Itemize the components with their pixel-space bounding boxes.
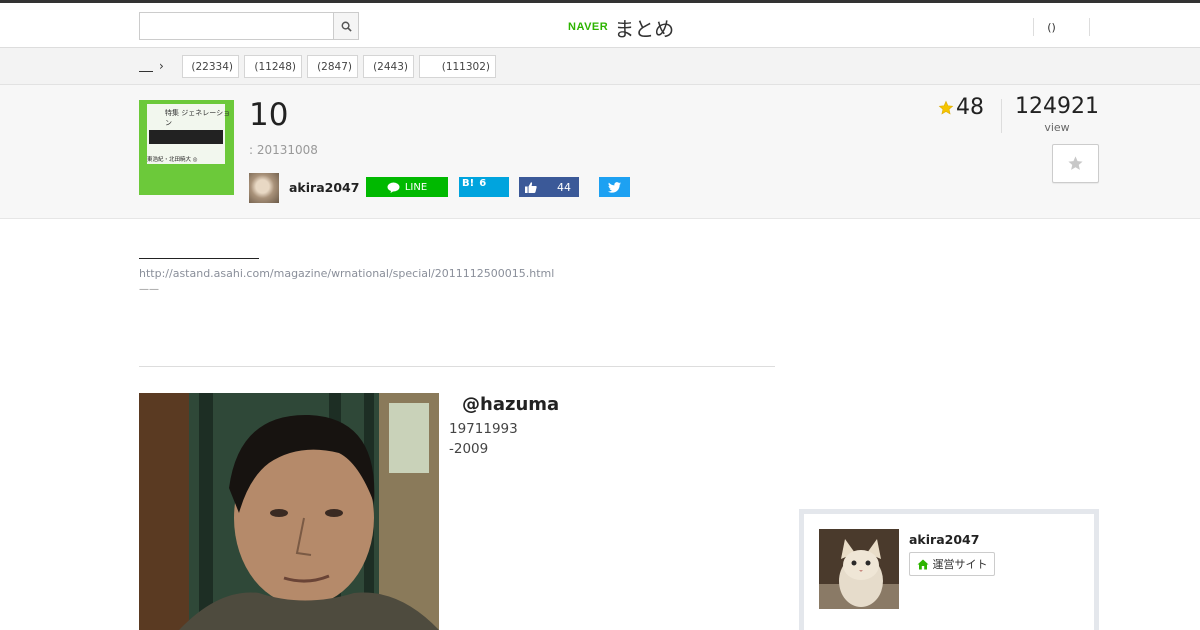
portrait-image: [139, 393, 439, 630]
view-count: 124921: [1015, 94, 1099, 119]
facebook-like-button[interactable]: 44: [519, 177, 579, 197]
curator-site-button[interactable]: 運営サイト: [909, 552, 995, 576]
header-right-link[interactable]: (): [1033, 18, 1090, 36]
category-home-link[interactable]: [139, 60, 153, 72]
kitten-image: [819, 529, 899, 609]
add-favorite-button[interactable]: [1052, 144, 1099, 183]
hatena-icon: B!: [462, 178, 475, 189]
chevron-right-icon: ›: [159, 59, 164, 73]
summary-thumbnail[interactable]: 特集 ジェネレーション 東浩紀・北田暁大 ◎: [139, 100, 234, 195]
line-icon: [387, 182, 400, 193]
line-share-button[interactable]: LINE: [366, 177, 448, 197]
person-photo[interactable]: [139, 393, 439, 630]
twitter-share-button[interactable]: [599, 177, 630, 197]
author-name[interactable]: akira2047: [289, 180, 359, 195]
top-header: NAVER まとめ (): [0, 0, 1200, 48]
person-years: 19711993: [449, 421, 518, 437]
summary-header: 特集 ジェネレーション 東浩紀・北田暁大 ◎ 10 : 20131008 aki…: [0, 85, 1200, 219]
intro-text-line: [139, 258, 259, 259]
thumbnail-figures: [149, 130, 223, 144]
author-avatar[interactable]: [249, 173, 279, 203]
logo-matome-text: まとめ: [614, 16, 675, 41]
star-icon: [938, 100, 954, 115]
facebook-like-count: 44: [557, 180, 571, 194]
search-button[interactable]: [333, 13, 358, 39]
site-logo[interactable]: NAVER まとめ: [568, 12, 674, 42]
twitter-bird-icon: [608, 181, 621, 193]
person-name: @hazuma: [462, 394, 560, 415]
curator-card: akira2047 運営サイト: [799, 509, 1099, 630]
view-label: view: [1044, 121, 1070, 134]
section-divider: [139, 366, 775, 367]
hatena-count: 6: [479, 178, 487, 189]
curator-avatar[interactable]: [819, 529, 899, 609]
hatena-bookmark-button[interactable]: B! 6: [459, 177, 509, 197]
stat-divider: [1001, 99, 1002, 133]
category-bar: › (22334) (11248) (2847) (2443) (111302): [0, 48, 1200, 85]
search-icon: [341, 21, 352, 32]
category-pill[interactable]: (11248): [244, 55, 302, 78]
category-pill[interactable]: (111302): [419, 55, 496, 78]
category-pill[interactable]: (22334): [182, 55, 239, 78]
category-pill[interactable]: (2443): [363, 55, 414, 78]
favorite-count: 48: [938, 95, 984, 120]
person-note: -2009: [449, 441, 489, 457]
favorite-count-value: 48: [956, 95, 984, 120]
curator-site-label: 運営サイト: [932, 558, 988, 571]
thumbnail-authors: 東浩紀・北田暁大 ◎: [147, 157, 198, 163]
updated-date: : 20131008: [249, 143, 318, 157]
source-dashes: ——: [139, 284, 159, 295]
page-title: 10: [249, 97, 289, 133]
curator-name[interactable]: akira2047: [909, 532, 979, 547]
logo-naver-text: NAVER: [568, 21, 609, 33]
home-icon: [917, 559, 928, 569]
star-outline-icon: [1068, 156, 1083, 170]
source-link[interactable]: http://astand.asahi.com/magazine/wrnatio…: [139, 267, 554, 280]
category-pill[interactable]: (2847): [307, 55, 358, 78]
search-box: [139, 12, 359, 40]
search-input[interactable]: [140, 13, 334, 39]
line-label: LINE: [404, 181, 428, 193]
thumbnail-title: 特集 ジェネレーション: [165, 109, 231, 127]
thumbs-up-icon: [525, 181, 537, 193]
